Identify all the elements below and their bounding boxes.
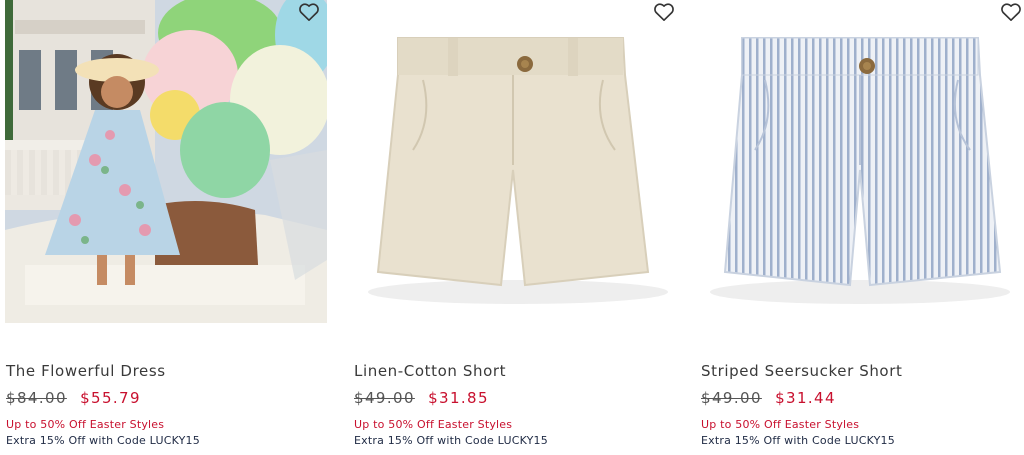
product-card[interactable]: The Flowerful Dress $84.00 $55.79 Up to … (5, 0, 333, 455)
original-price: $49.00 (354, 389, 415, 407)
product-name[interactable]: Linen-Cotton Short (354, 362, 506, 380)
promo-code-text: Extra 15% Off with Code LUCKY15 (701, 434, 895, 447)
favorite-heart-icon[interactable] (1000, 2, 1022, 22)
price-row: $84.00 $55.79 (6, 389, 141, 407)
sale-price: $31.85 (428, 389, 489, 407)
product-name[interactable]: The Flowerful Dress (6, 362, 166, 380)
original-price: $49.00 (701, 389, 762, 407)
price-row: $49.00 $31.85 (354, 389, 489, 407)
product-name[interactable]: Striped Seersucker Short (701, 362, 902, 380)
product-image[interactable] (700, 0, 1022, 323)
favorite-heart-icon[interactable] (653, 2, 675, 22)
sale-price: $55.79 (80, 389, 141, 407)
promo-code-text: Extra 15% Off with Code LUCKY15 (6, 434, 200, 447)
product-card[interactable]: Linen-Cotton Short $49.00 $31.85 Up to 5… (353, 0, 681, 455)
promo-text: Up to 50% Off Easter Styles (6, 418, 165, 431)
product-card[interactable]: Striped Seersucker Short $49.00 $31.44 U… (700, 0, 1024, 455)
product-grid: The Flowerful Dress $84.00 $55.79 Up to … (0, 0, 1024, 455)
promo-text: Up to 50% Off Easter Styles (701, 418, 860, 431)
product-image[interactable] (353, 0, 675, 323)
promo-code-text: Extra 15% Off with Code LUCKY15 (354, 434, 548, 447)
sale-price: $31.44 (775, 389, 836, 407)
original-price: $84.00 (6, 389, 67, 407)
product-image[interactable] (5, 0, 327, 323)
promo-text: Up to 50% Off Easter Styles (354, 418, 513, 431)
favorite-heart-icon[interactable] (298, 2, 320, 22)
price-row: $49.00 $31.44 (701, 389, 836, 407)
